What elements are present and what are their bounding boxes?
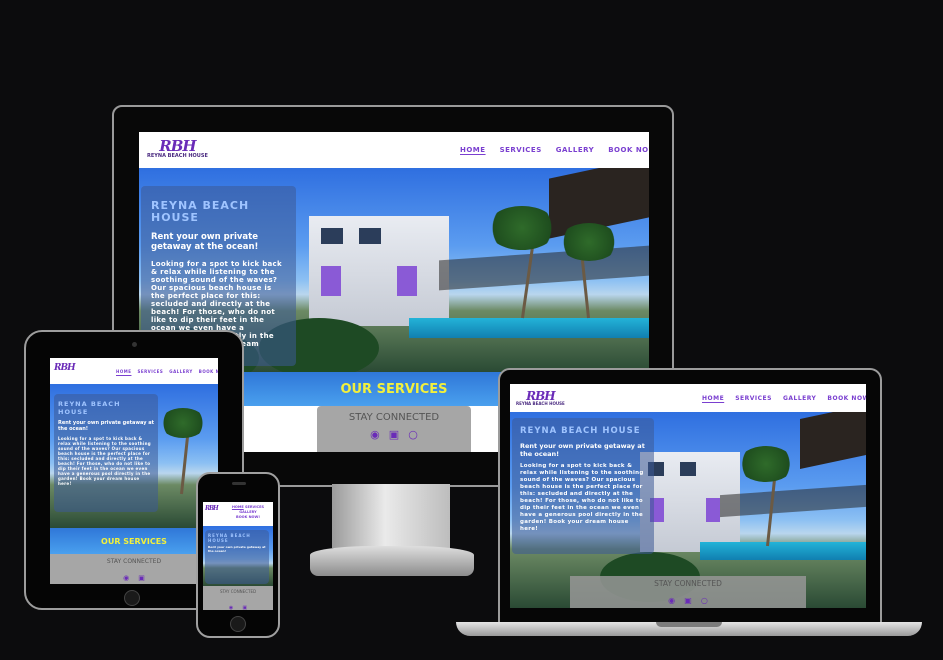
logo-mark: RBH — [159, 137, 196, 155]
laptop-website: RBH REYNA BEACH HOUSE HOME SERVICES GALL… — [510, 384, 866, 608]
instagram-icon[interactable]: ▣ — [684, 596, 692, 605]
nav-home[interactable]: HOME — [460, 146, 486, 154]
site-logo[interactable]: RBH — [205, 505, 219, 512]
device-mockup-showcase: { "site": { "logo_mark": "RBH", "logo_te… — [0, 0, 943, 660]
site-footer: STAY CONNECTED ◉ ▣ ○ — [317, 406, 471, 452]
nav-gallery[interactable]: GALLERY — [556, 146, 594, 154]
site-logo[interactable]: RBH — [54, 363, 76, 373]
instagram-icon[interactable]: ▣ — [389, 428, 399, 441]
nav-book-now[interactable]: BOOK NOW! — [608, 146, 649, 154]
phone-website: RBH HOME SERVICES GALLERY BOOK NOW! REYN… — [203, 502, 273, 610]
footer-heading: STAY CONNECTED — [106, 558, 162, 565]
facebook-icon[interactable]: ◉ — [229, 605, 233, 610]
nav-links: HOME SERVICES GALLERY BOOK NOW! — [225, 505, 271, 520]
nav-links: HOME SERVICES GALLERY BOOK NOW! — [702, 395, 866, 402]
logo-text: REYNA BEACH HOUSE — [516, 401, 565, 406]
logo-mark: RBH — [205, 505, 219, 512]
nav-gallery[interactable]: GALLERY — [783, 395, 816, 402]
nav-gallery[interactable]: GALLERY — [169, 369, 192, 374]
nav-book-now[interactable]: BOOK NOW! — [199, 369, 218, 374]
navbar: RBH HOME SERVICES GALLERY BOOK NOW! — [50, 358, 218, 384]
laptop-screen: RBH REYNA BEACH HOUSE HOME SERVICES GALL… — [498, 368, 882, 626]
monitor-stand — [332, 484, 450, 548]
nav-services[interactable]: SERVICES — [500, 146, 542, 154]
instagram-icon[interactable]: ▣ — [242, 605, 247, 610]
twitter-icon[interactable]: ○ — [408, 428, 418, 441]
hero-title: REYNA BEACH HOUSE — [520, 426, 641, 436]
logo-mark: RBH — [54, 363, 76, 373]
nav-services[interactable]: SERVICES — [735, 395, 772, 402]
site-logo[interactable]: RBH REYNA BEACH HOUSE — [147, 139, 208, 159]
hero-overlay: REYNA BEACH HOUSE Rent your own private … — [512, 418, 654, 554]
site-logo[interactable]: RBH REYNA BEACH HOUSE — [516, 390, 565, 406]
hero-image: REYNA BEACH HOUSE Rent your own private … — [203, 526, 273, 586]
hero-image: REYNA BEACH HOUSE Rent your own private … — [510, 412, 866, 608]
services-heading: OUR SERVICES — [340, 381, 448, 397]
tablet-website: RBH HOME SERVICES GALLERY BOOK NOW! REYN… — [50, 358, 218, 584]
nav-book-now[interactable]: BOOK NOW! — [236, 515, 260, 519]
footer-heading: STAY CONNECTED — [219, 589, 257, 594]
hero-body: Looking for a spot to kick back & relax … — [520, 463, 644, 532]
nav-links: HOME SERVICES GALLERY BOOK NOW! — [460, 146, 649, 154]
services-heading: OUR SERVICES — [101, 536, 167, 546]
hero-subtitle: Rent your own private getaway at the oce… — [58, 420, 154, 432]
laptop-notch — [656, 622, 722, 627]
site-footer: STAY CONNECTED ◉ ▣ — [50, 554, 218, 584]
nav-home[interactable]: HOME — [702, 395, 724, 402]
hero-subtitle: Rent your own private getaway at the oce… — [208, 545, 266, 553]
services-band: OUR SERVICES — [50, 528, 218, 554]
site-footer: STAY CONNECTED ◉ ▣ ○ — [570, 576, 806, 608]
hero-subtitle: Rent your own private getaway at the oce… — [151, 232, 259, 252]
nav-home[interactable]: HOME — [116, 369, 131, 374]
nav-book-now[interactable]: BOOK NOW! — [827, 395, 866, 402]
footer-heading: STAY CONNECTED — [348, 412, 440, 423]
phone-device: RBH HOME SERVICES GALLERY BOOK NOW! REYN… — [196, 472, 280, 638]
footer-heading: STAY CONNECTED — [654, 579, 722, 588]
monitor-base — [310, 546, 474, 576]
navbar: RBH REYNA BEACH HOUSE HOME SERVICES GALL… — [139, 132, 649, 168]
hero-title: REYNA BEACH HOUSE — [58, 400, 121, 416]
hero-title: REYNA BEACH HOUSE — [208, 533, 251, 543]
nav-home[interactable]: HOME — [232, 505, 244, 509]
nav-services[interactable]: SERVICES — [245, 505, 264, 509]
nav-services[interactable]: SERVICES — [137, 369, 163, 374]
nav-links: HOME SERVICES GALLERY BOOK NOW! — [116, 369, 218, 374]
nav-gallery[interactable]: GALLERY — [239, 510, 256, 514]
hero-title: REYNA BEACH HOUSE — [151, 199, 250, 224]
hero-subtitle: Rent your own private getaway at the oce… — [520, 442, 645, 458]
instagram-icon[interactable]: ▣ — [138, 574, 145, 582]
hero-body: Looking for a spot to kick back & relax … — [58, 436, 151, 486]
facebook-icon[interactable]: ◉ — [668, 596, 675, 605]
facebook-icon[interactable]: ◉ — [123, 574, 129, 582]
twitter-icon[interactable]: ○ — [701, 596, 708, 605]
site-footer: STAY CONNECTED ◉ ▣ — [203, 586, 273, 610]
navbar: RBH HOME SERVICES GALLERY BOOK NOW! — [203, 502, 273, 526]
hero-overlay: REYNA BEACH HOUSE Rent your own private … — [205, 530, 269, 584]
logo-text: REYNA BEACH HOUSE — [147, 153, 208, 159]
facebook-icon[interactable]: ◉ — [370, 428, 380, 441]
hero-image: REYNA BEACH HOUSE Rent your own private … — [50, 384, 218, 528]
navbar: RBH REYNA BEACH HOUSE HOME SERVICES GALL… — [510, 384, 866, 412]
hero-overlay: REYNA BEACH HOUSE Rent your own private … — [54, 394, 158, 512]
